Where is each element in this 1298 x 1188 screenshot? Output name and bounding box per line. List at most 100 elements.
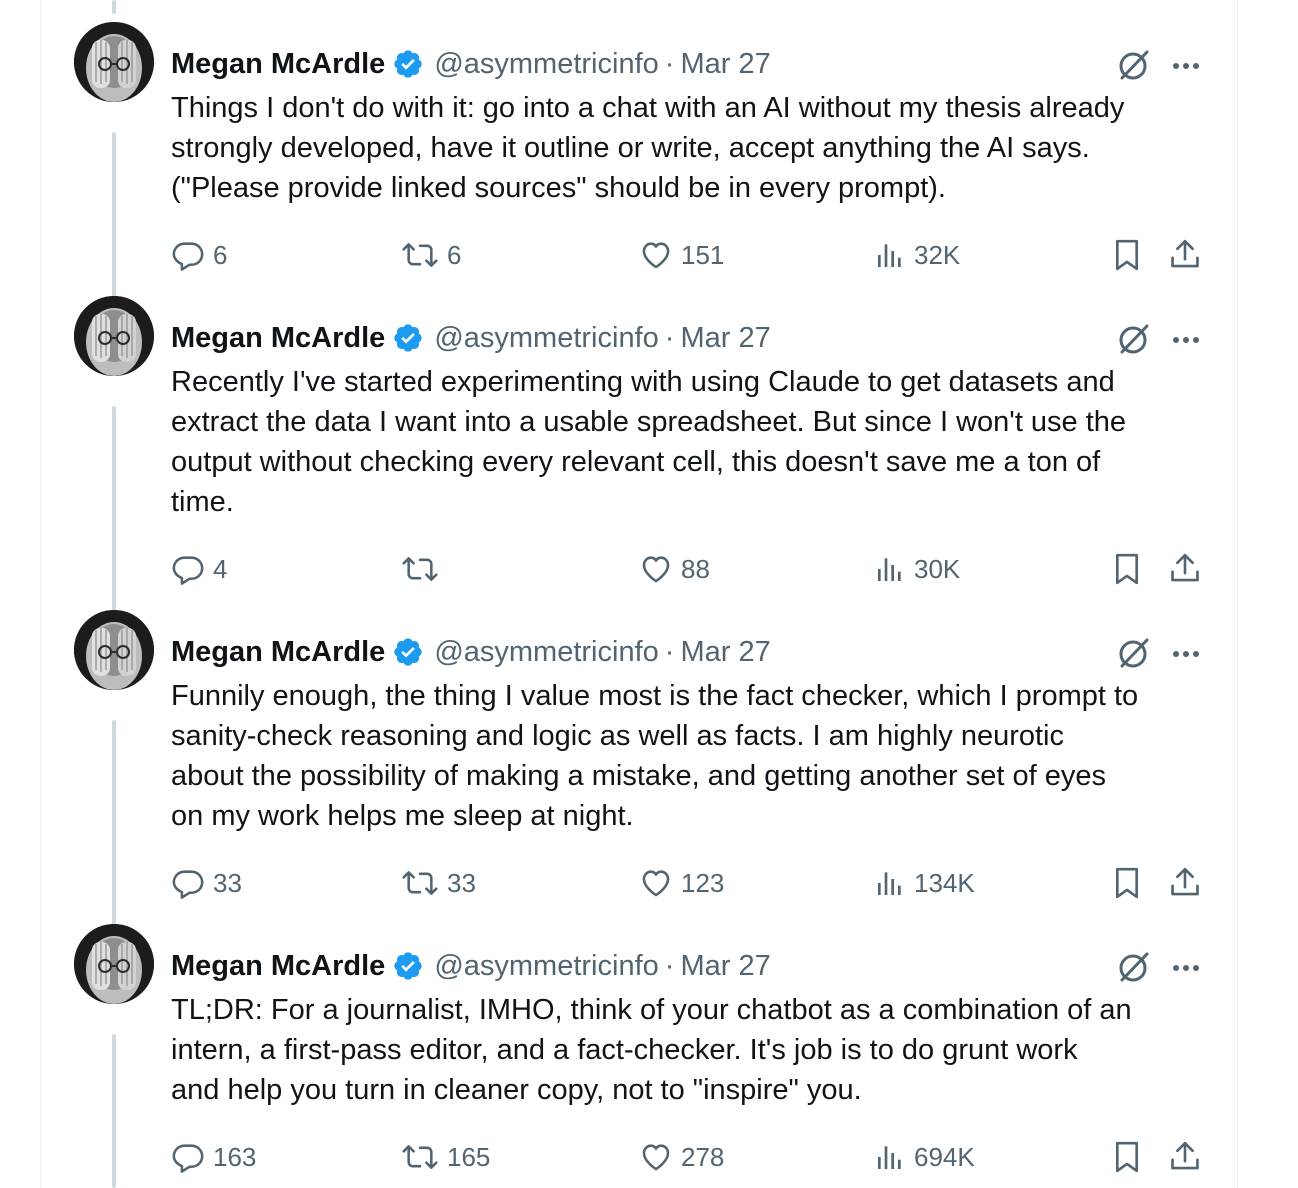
views-count: 134K xyxy=(914,867,975,898)
like-count: 278 xyxy=(681,1141,725,1172)
like-button[interactable]: 123 xyxy=(639,863,724,903)
grok-icon[interactable] xyxy=(1116,635,1152,671)
verified-badge-icon xyxy=(394,324,422,352)
reply-count: 6 xyxy=(213,239,228,270)
more-icon[interactable] xyxy=(1168,50,1204,80)
bookmark-icon[interactable] xyxy=(1110,865,1144,901)
tweet-date[interactable]: Mar 27 xyxy=(680,322,770,355)
like-button[interactable]: 278 xyxy=(639,1137,724,1177)
repost-icon xyxy=(402,557,438,581)
repost-count: 165 xyxy=(447,1141,491,1172)
views-icon xyxy=(878,558,901,581)
reply-button[interactable]: 4 xyxy=(171,549,227,589)
share-icon[interactable] xyxy=(1168,551,1202,587)
like-icon xyxy=(642,242,670,269)
thread-line xyxy=(112,1034,116,1188)
repost-button[interactable]: 33 xyxy=(401,863,476,903)
repost-count: 6 xyxy=(447,239,462,270)
avatar[interactable] xyxy=(74,22,154,102)
author-handle[interactable]: @asymmetricinfo xyxy=(434,48,658,81)
repost-button[interactable] xyxy=(401,549,447,589)
tweet-header: Megan McArdle @asymmetricinfo · Mar 27 xyxy=(171,632,771,672)
tweet-text: TL;DR: For a journalist, IMHO, think of … xyxy=(171,994,1132,1106)
author-handle[interactable]: @asymmetricinfo xyxy=(434,950,658,983)
views-button[interactable]: 694K xyxy=(874,1137,975,1177)
thread-line xyxy=(112,720,116,940)
views-count: 694K xyxy=(914,1141,975,1172)
bookmark-icon[interactable] xyxy=(1110,551,1144,587)
separator-dot: · xyxy=(664,949,675,982)
reply-count: 33 xyxy=(213,867,242,898)
like-button[interactable]: 151 xyxy=(639,235,724,275)
views-icon xyxy=(878,244,901,267)
separator-dot: · xyxy=(664,635,675,668)
tweet-header: Megan McArdle @asymmetricinfo · Mar 27 xyxy=(171,946,771,986)
views-icon xyxy=(878,872,901,895)
tweet-header: Megan McArdle @asymmetricinfo · Mar 27 xyxy=(171,318,771,358)
like-count: 88 xyxy=(681,553,710,584)
share-icon[interactable] xyxy=(1168,1139,1202,1175)
thread-line xyxy=(112,406,116,626)
verified-badge-icon xyxy=(394,50,422,78)
like-icon xyxy=(642,870,670,897)
reply-icon xyxy=(172,1144,204,1173)
repost-icon xyxy=(402,1145,438,1169)
author-name[interactable]: Megan McArdle xyxy=(171,636,385,669)
thread-line xyxy=(112,132,116,312)
author-name[interactable]: Megan McArdle xyxy=(171,322,385,355)
views-button[interactable]: 32K xyxy=(874,235,960,275)
views-count: 32K xyxy=(914,239,961,270)
tweet-text: Things I don't do with it: go into a cha… xyxy=(171,92,1125,204)
reply-icon xyxy=(172,242,204,271)
author-handle[interactable]: @asymmetricinfo xyxy=(434,636,658,669)
views-count: 30K xyxy=(914,553,961,584)
reply-button[interactable]: 33 xyxy=(171,863,242,903)
share-icon[interactable] xyxy=(1168,865,1202,901)
reply-icon xyxy=(172,870,204,899)
repost-button[interactable]: 165 xyxy=(401,1137,490,1177)
bookmark-icon[interactable] xyxy=(1110,237,1144,273)
grok-icon[interactable] xyxy=(1116,949,1152,985)
more-icon[interactable] xyxy=(1168,324,1204,354)
repost-icon xyxy=(402,243,438,267)
reply-button[interactable]: 6 xyxy=(171,235,227,275)
thread-line xyxy=(112,0,116,14)
views-icon xyxy=(878,1146,901,1169)
separator-dot: · xyxy=(664,47,675,80)
avatar[interactable] xyxy=(74,296,154,376)
repost-icon xyxy=(402,871,438,895)
separator-dot: · xyxy=(664,321,675,354)
tweet-date[interactable]: Mar 27 xyxy=(680,48,770,81)
bookmark-icon[interactable] xyxy=(1110,1139,1144,1175)
like-count: 123 xyxy=(681,867,725,898)
reply-icon xyxy=(172,556,204,585)
verified-badge-icon xyxy=(394,638,422,666)
verified-badge-icon xyxy=(394,952,422,980)
like-icon xyxy=(642,1144,670,1171)
tweet-date[interactable]: Mar 27 xyxy=(680,950,770,983)
tweet-date[interactable]: Mar 27 xyxy=(680,636,770,669)
share-icon[interactable] xyxy=(1168,237,1202,273)
avatar[interactable] xyxy=(74,610,154,690)
avatar[interactable] xyxy=(74,924,154,1004)
repost-button[interactable]: 6 xyxy=(401,235,461,275)
views-button[interactable]: 30K xyxy=(874,549,960,589)
views-button[interactable]: 134K xyxy=(874,863,975,903)
grok-icon[interactable] xyxy=(1116,321,1152,357)
more-icon[interactable] xyxy=(1168,638,1204,668)
tweet-text: Funnily enough, the thing I value most i… xyxy=(171,680,1139,832)
author-handle[interactable]: @asymmetricinfo xyxy=(434,322,658,355)
reply-count: 4 xyxy=(213,553,228,584)
repost-count: 33 xyxy=(447,867,476,898)
grok-icon[interactable] xyxy=(1116,47,1152,83)
tweet-header: Megan McArdle @asymmetricinfo · Mar 27 xyxy=(171,44,771,84)
author-name[interactable]: Megan McArdle xyxy=(171,48,385,81)
reply-count: 163 xyxy=(213,1141,257,1172)
like-count: 151 xyxy=(681,239,725,270)
more-icon[interactable] xyxy=(1168,952,1204,982)
like-button[interactable]: 88 xyxy=(639,549,710,589)
reply-button[interactable]: 163 xyxy=(171,1137,256,1177)
tweet-text: Recently I've started experimenting with… xyxy=(171,366,1127,518)
author-name[interactable]: Megan McArdle xyxy=(171,950,385,983)
like-icon xyxy=(642,556,670,583)
